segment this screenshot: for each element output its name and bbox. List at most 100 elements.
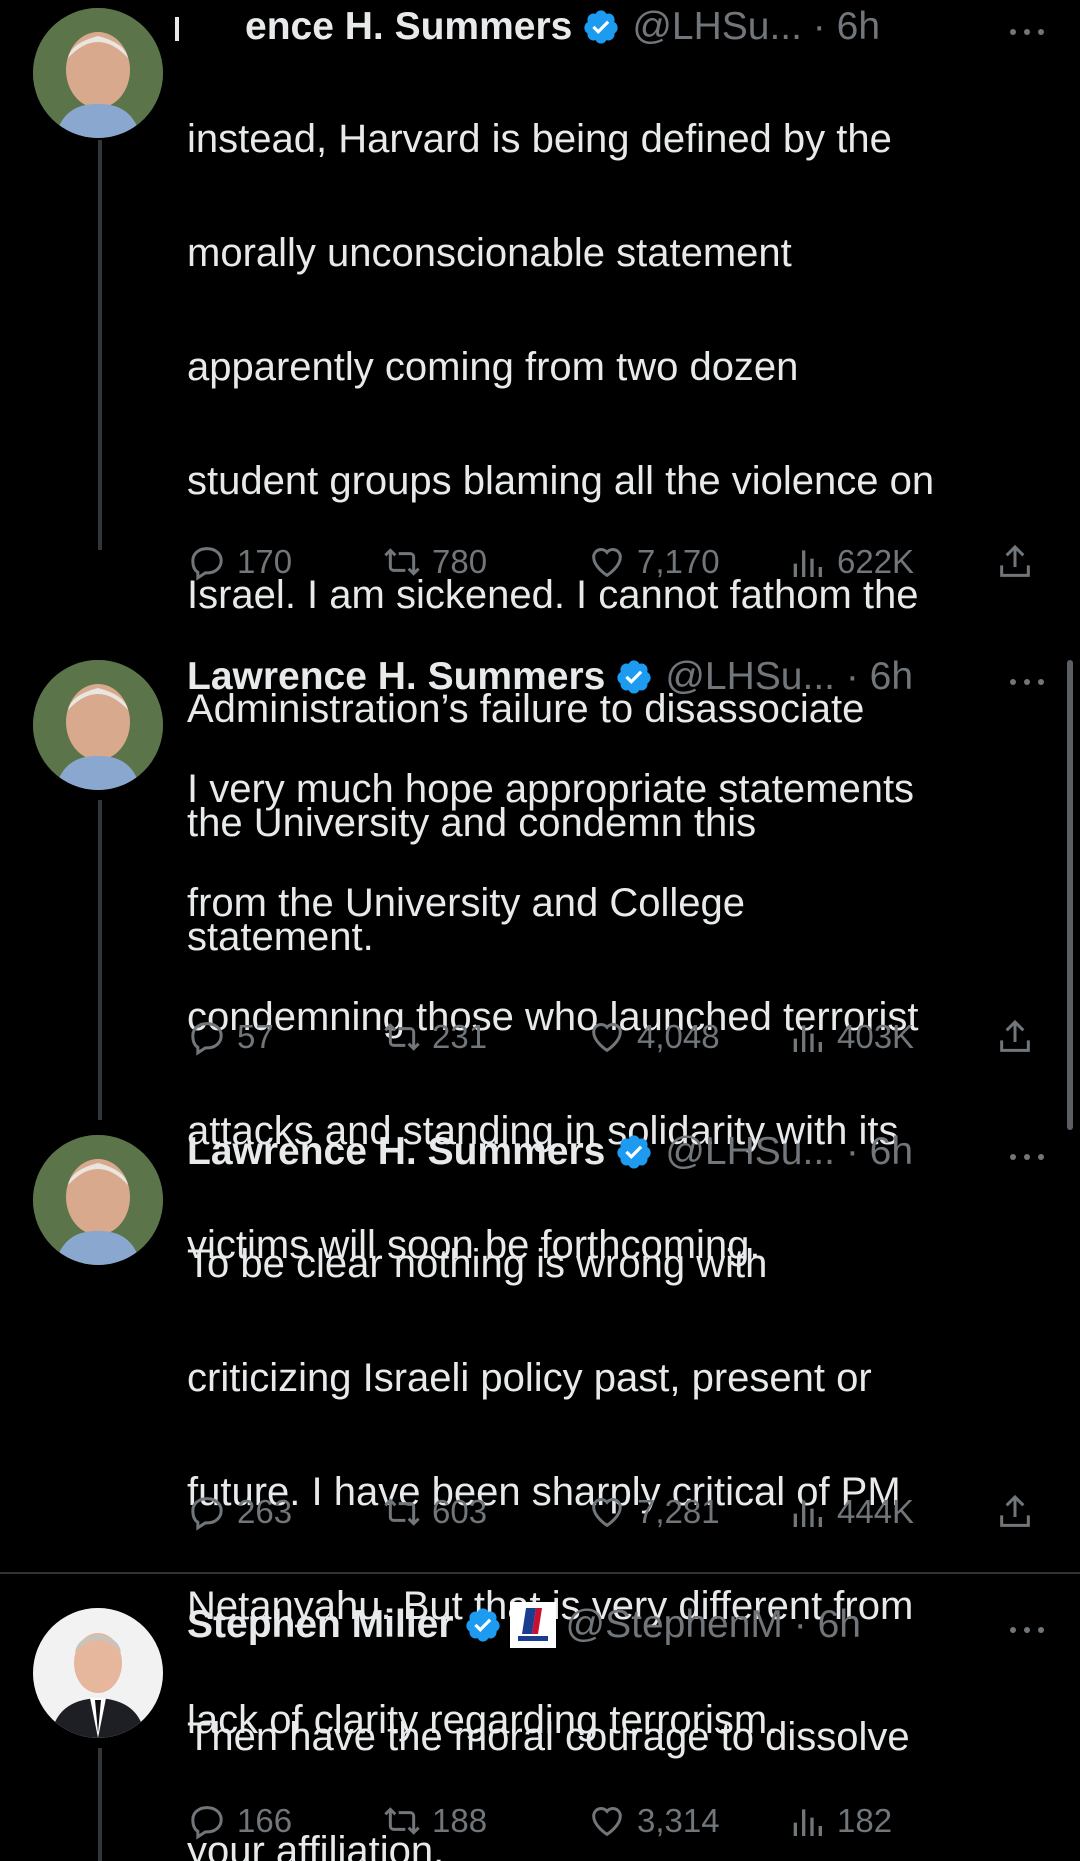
share-button[interactable] [995,542,1035,582]
timestamp[interactable]: 6h [837,5,880,49]
more-icon[interactable] [1006,1606,1048,1633]
display-name[interactable]: Lawrence H. Summers [187,655,605,699]
views-button[interactable]: 403K [787,1017,914,1057]
handle[interactable]: @LHSu... [665,1130,835,1174]
tweet-header: ence H. Summers @LHSu... · 6h [175,2,1048,52]
like-icon [592,1498,622,1528]
action-bar: 166 188 3,314 182 [187,1796,1047,1846]
retweet-icon [384,1023,420,1051]
reply-button[interactable]: 263 [187,1492,292,1532]
thread-line [98,800,102,1120]
action-bar: 263 603 7,281 444K [187,1487,1047,1537]
share-button[interactable] [995,1017,1035,1057]
like-button[interactable]: 7,170 [587,542,720,582]
reply-button[interactable]: 166 [187,1801,292,1841]
tweet-header: Stephen Miller @StephenM · 6h [187,1600,1048,1650]
display-name[interactable]: Lawrence H. Summers [187,1130,605,1174]
text-line: Then have the moral courage to dissolve [187,1715,910,1759]
verified-badge-icon [464,1606,502,1644]
more-icon[interactable] [1006,8,1048,35]
timestamp[interactable]: 6h [818,1603,861,1647]
more-icon[interactable] [1006,1133,1048,1160]
views-icon [793,1500,822,1527]
reply-icon [191,1022,223,1056]
text-line: criticizing Israeli policy past, present… [187,1356,872,1400]
handle[interactable]: @LHSu... [632,5,802,49]
handle[interactable]: @LHSu... [665,655,835,699]
handle[interactable]: @StephenM [566,1603,783,1647]
reply-icon [191,547,223,581]
like-button[interactable]: 4,048 [587,1017,720,1057]
verified-badge-icon [615,1133,653,1171]
like-icon [592,1807,622,1837]
reply-count: 263 [237,1493,293,1530]
like-count: 4,048 [637,1018,720,1055]
action-bar: 170 780 7,170 622K [187,537,1047,587]
avatar[interactable] [33,8,163,138]
retweet-button[interactable]: 188 [382,1801,487,1841]
reply-button[interactable]: 57 [187,1017,274,1057]
avatar[interactable] [33,660,163,790]
share-icon [1000,544,1030,577]
like-count: 3,314 [637,1802,720,1839]
reply-icon [191,1497,223,1531]
scrollbar[interactable] [1067,660,1073,1130]
verified-badge-icon [582,8,620,46]
timestamp[interactable]: 6h [870,1130,913,1174]
retweet-count: 231 [432,1018,488,1055]
retweet-icon [384,1807,420,1835]
timestamp[interactable]: 6h [870,655,913,699]
like-button[interactable]: 3,314 [587,1801,720,1841]
avatar[interactable] [33,1135,163,1265]
like-count: 7,281 [637,1493,720,1530]
verified-badge-icon [615,658,653,696]
views-count: 622K [837,543,915,580]
views-button[interactable]: 622K [787,542,914,582]
reply-count: 57 [237,1018,274,1055]
reply-icon [191,1806,223,1840]
views-button[interactable]: 182 [787,1801,892,1841]
reply-button[interactable]: 170 [187,542,292,582]
retweet-icon [384,1498,420,1526]
text-line: To be clear nothing is wrong with [187,1242,768,1286]
display-name[interactable]: ence H. Summers [175,5,572,49]
share-button[interactable] [995,1492,1035,1532]
retweet-icon [384,548,420,576]
text-line: I very much hope appropriate statements [187,767,915,811]
share-icon [1000,1019,1030,1052]
retweet-button[interactable]: 231 [382,1017,487,1057]
views-icon [793,1025,822,1052]
like-icon [592,548,622,578]
like-button[interactable]: 7,281 [587,1492,720,1532]
affiliation-badge-icon[interactable] [509,1602,556,1648]
timeline-feed: ence H. Summers @LHSu... · 6h instead, H… [0,0,1080,1861]
text-line: apparently coming from two dozen [187,345,799,389]
text-line: morally unconscionable statement [187,231,792,275]
views-count: 182 [837,1802,893,1839]
views-icon [793,1809,822,1836]
retweet-button[interactable]: 780 [382,542,487,582]
tweet-header: Lawrence H. Summers @LHSu... · 6h [187,652,1048,702]
views-count: 444K [837,1493,915,1530]
display-name[interactable]: Stephen Miller [187,1603,454,1647]
avatar[interactable] [33,1608,163,1738]
tweet-header: Lawrence H. Summers @LHSu... · 6h [187,1127,1048,1177]
action-bar: 57 231 4,048 403K [187,1012,1047,1062]
text-line: from the University and College [187,881,746,925]
views-count: 403K [837,1018,915,1055]
thread-line [98,140,102,550]
thread-line [98,1748,102,1861]
retweet-count: 188 [432,1802,488,1839]
divider [0,1572,1080,1574]
retweet-count: 603 [432,1493,488,1530]
share-icon [1000,1494,1030,1527]
retweet-count: 780 [432,543,488,580]
reply-count: 166 [237,1802,293,1839]
more-icon[interactable] [1006,658,1048,685]
like-icon [592,1023,622,1053]
like-count: 7,170 [637,543,720,580]
views-icon [793,550,822,577]
views-button[interactable]: 444K [787,1492,914,1532]
retweet-button[interactable]: 603 [382,1492,487,1532]
reply-count: 170 [237,543,293,580]
